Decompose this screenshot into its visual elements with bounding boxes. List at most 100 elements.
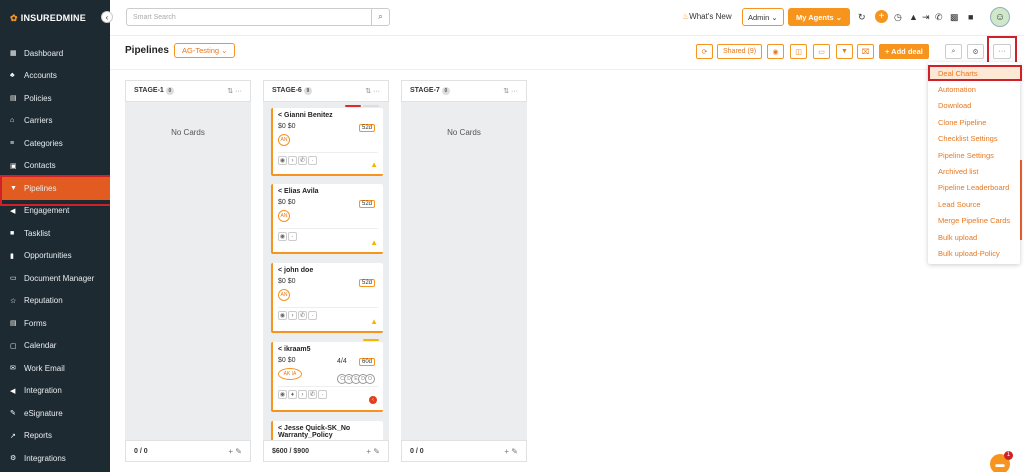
sidebar-item-opportunities[interactable]: ▮ Opportunities bbox=[0, 245, 110, 268]
bell-icon[interactable]: ▲ bbox=[909, 12, 918, 22]
deal-card[interactable]: < Gianni Benitez $0 $0 52d AN ◉ › ✆ · ▲ bbox=[271, 105, 383, 176]
stage-controls[interactable]: ⇅ ··· bbox=[503, 87, 518, 95]
eye-icon[interactable]: ◉ bbox=[278, 390, 287, 399]
admin-dropdown[interactable]: Admin ⌄ bbox=[742, 8, 784, 26]
sidebar-item-calendar[interactable]: ▢ Calendar bbox=[0, 335, 110, 358]
stage-count: 0 bbox=[165, 87, 174, 95]
sidebar-item-reputation[interactable]: ☆ Reputation bbox=[0, 290, 110, 313]
more-icon[interactable]: · bbox=[318, 390, 327, 399]
sidebar-item-work-email[interactable]: ✉ Work Email bbox=[0, 357, 110, 380]
settings-button[interactable]: ⚙ bbox=[967, 44, 984, 59]
eye-icon[interactable]: ◉ bbox=[278, 156, 287, 165]
sidebar-item-dashboard[interactable]: ▦ Dashboard bbox=[0, 42, 110, 65]
deal-card[interactable]: < Elias Avila $0 $0 52d AN ◉ · ▲ bbox=[271, 184, 383, 254]
chip-icon[interactable]: ▩ bbox=[950, 12, 959, 23]
menu-item-deal-charts[interactable]: Deal Charts bbox=[928, 65, 1022, 82]
stage-header: STAGE-6 9 ⇅ ··· bbox=[263, 80, 389, 102]
sidebar-item-pipelines[interactable]: ▼ Pipelines bbox=[0, 175, 114, 206]
menu-item-clone-pipeline[interactable]: Clone Pipeline bbox=[928, 114, 1020, 130]
more-icon[interactable]: · bbox=[308, 311, 317, 320]
menu-item-pipeline-leaderboard[interactable]: Pipeline Leaderboard bbox=[928, 180, 1020, 196]
chevron-left-icon: ‹ bbox=[105, 12, 109, 22]
pipeline-select[interactable]: AG-Testing ⌄ bbox=[174, 43, 236, 58]
menu-item-archived-list[interactable]: Archived list bbox=[928, 163, 1020, 179]
work-email-icon: ✉ bbox=[10, 365, 16, 373]
shared-button[interactable]: Shared (9) bbox=[717, 44, 763, 59]
sidebar-item-carriers[interactable]: ⌂ Carriers bbox=[0, 110, 110, 133]
phone-icon[interactable]: ✆ bbox=[308, 390, 317, 399]
archive-button[interactable]: ⌧ bbox=[857, 44, 874, 59]
eye-icon[interactable]: ◉ bbox=[278, 232, 287, 241]
phone-icon[interactable]: ✆ bbox=[298, 156, 307, 165]
document-manager-icon: ▭ bbox=[10, 275, 17, 283]
stage-footer: 0 / 0 + ✎ bbox=[125, 440, 251, 462]
deal-card[interactable]: < ikraam5 $0 $0 4/4 60d AK IA CDEDO ◉ ♦ › ✆… bbox=[271, 339, 383, 412]
refresh-icon[interactable]: ↻ bbox=[858, 12, 866, 23]
brand-name-rest: MINE bbox=[62, 13, 86, 23]
refresh-pipeline-button[interactable]: ⟳ bbox=[696, 44, 713, 59]
sidebar-item-esignature[interactable]: ✎ eSignature bbox=[0, 402, 110, 425]
brand-logo[interactable]: ✿ INSUREDMINE bbox=[0, 0, 110, 36]
sidebar-item-integration[interactable]: ◀ Integration bbox=[0, 380, 110, 403]
whats-new-link[interactable]: ♨What's New bbox=[682, 12, 732, 21]
stage-add-edit[interactable]: + ✎ bbox=[228, 447, 242, 456]
menu-item-download[interactable]: Download bbox=[928, 98, 1020, 114]
search-input[interactable]: Smart Search ⌕ bbox=[126, 8, 390, 26]
more-button[interactable]: ··· bbox=[993, 44, 1011, 59]
policies-icon: ▤ bbox=[10, 95, 17, 103]
sidebar-item-integrations[interactable]: ⚙ Integrations bbox=[0, 447, 110, 470]
avatar[interactable]: ☺ bbox=[990, 7, 1010, 27]
notification-icon[interactable]: ■ bbox=[968, 12, 973, 22]
deal-card[interactable]: < john doe $0 $0 52d AN ◉ › ✆ · ▲ bbox=[271, 263, 383, 333]
sidebar-item-policies[interactable]: ▤ Policies bbox=[0, 87, 110, 110]
search-icon[interactable]: ⌕ bbox=[371, 9, 389, 25]
card-initials: AK IA bbox=[278, 368, 302, 380]
stage-column: STAGE-7 0 ⇅ ··· No Cards 0 / 0 + ✎ bbox=[401, 80, 527, 462]
chat-icon: ▬ bbox=[995, 459, 1005, 469]
menu-item-bulk-upload-policy[interactable]: Bulk upload-Policy bbox=[928, 245, 1020, 261]
menu-item-pipeline-settings[interactable]: Pipeline Settings bbox=[928, 147, 1020, 163]
pin-icon[interactable]: ♦ bbox=[288, 390, 297, 399]
my-agents-dropdown[interactable]: My Agents ⌄ bbox=[788, 8, 851, 26]
clock-icon[interactable]: ◷ bbox=[894, 12, 902, 23]
filter-button[interactable]: ▼ bbox=[836, 44, 853, 59]
phone-icon[interactable]: ✆ bbox=[935, 12, 943, 23]
stage-controls[interactable]: ⇅ ··· bbox=[227, 87, 242, 95]
columns-button[interactable]: ◫ bbox=[790, 44, 807, 59]
sidebar-item-document-manager[interactable]: ▭ Document Manager bbox=[0, 267, 110, 290]
chat-launcher[interactable]: ▬ 1 bbox=[990, 451, 1013, 472]
sidebar-item-contacts[interactable]: ▣ Contacts bbox=[0, 155, 110, 178]
sidebar-item-forms[interactable]: ▤ Forms bbox=[0, 312, 110, 335]
stage-add-edit[interactable]: + ✎ bbox=[366, 447, 380, 456]
stage-controls[interactable]: ⇅ ··· bbox=[365, 87, 380, 95]
sidebar-item-label: Integration bbox=[24, 386, 62, 396]
sidebar-item-tasklist[interactable]: ■ Tasklist bbox=[0, 222, 110, 245]
view-button[interactable]: ◉ bbox=[767, 44, 784, 59]
sidebar-item-label: Categories bbox=[24, 138, 63, 148]
menu-item-checklist-settings[interactable]: Checklist Settings bbox=[928, 131, 1020, 147]
more-icon[interactable]: · bbox=[288, 232, 297, 241]
sidebar-item-categories[interactable]: ≡ Categories bbox=[0, 132, 110, 155]
sidebar-item-engagement[interactable]: ◀ Engagement bbox=[0, 200, 110, 223]
menu-item-automation[interactable]: Automation bbox=[928, 81, 1020, 97]
sidebar-item-accounts[interactable]: ♣ Accounts bbox=[0, 65, 110, 88]
stage-total: 0 / 0 bbox=[134, 447, 148, 455]
sidebar-item-reports[interactable]: ↗ Reports bbox=[0, 425, 110, 448]
add-deal-button[interactable]: + Add deal bbox=[879, 44, 929, 59]
menu-item-bulk-upload[interactable]: Bulk upload bbox=[928, 229, 1020, 245]
share-icon: < bbox=[278, 346, 283, 353]
more-icon[interactable]: · bbox=[308, 156, 317, 165]
send-icon[interactable]: › bbox=[288, 156, 297, 165]
quick-add-icon[interactable]: + bbox=[875, 10, 888, 23]
brand-name-bold: INSURED bbox=[20, 13, 63, 23]
eye-icon[interactable]: ◉ bbox=[278, 311, 287, 320]
send-icon[interactable]: › bbox=[298, 390, 307, 399]
logout-icon[interactable]: ⇥ bbox=[922, 12, 930, 23]
menu-item-merge-pipeline-cards[interactable]: Merge Pipeline Cards bbox=[928, 213, 1020, 229]
phone-icon[interactable]: ✆ bbox=[298, 311, 307, 320]
search-deals-button[interactable]: ⌕ bbox=[945, 44, 962, 59]
stage-add-edit[interactable]: + ✎ bbox=[504, 447, 518, 456]
print-button[interactable]: ▭ bbox=[813, 44, 830, 59]
menu-item-lead-source[interactable]: Lead Source bbox=[928, 196, 1020, 212]
send-icon[interactable]: › bbox=[288, 311, 297, 320]
